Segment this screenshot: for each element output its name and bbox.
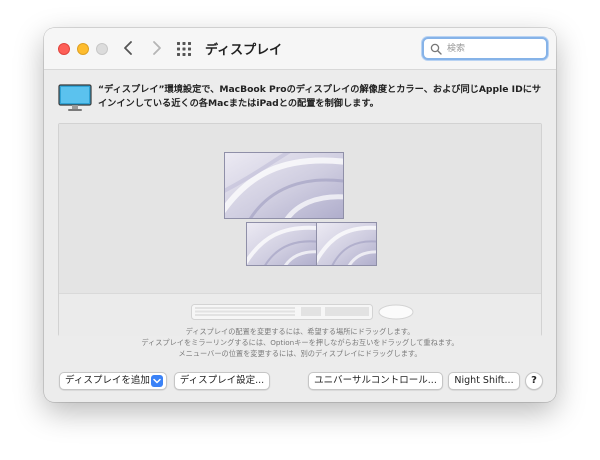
show-all-button[interactable] xyxy=(176,41,192,57)
window-title: ディスプレイ xyxy=(205,43,283,58)
display-thumbnail-main[interactable] xyxy=(224,152,344,219)
minimize-icon[interactable] xyxy=(77,43,89,55)
display-settings-button[interactable]: ディスプレイ設定... xyxy=(174,372,270,390)
display-arrangement-area xyxy=(58,123,542,336)
title-bar: ディスプレイ xyxy=(44,28,556,70)
search-field[interactable] xyxy=(422,37,548,60)
add-display-label: ディスプレイを追加 xyxy=(65,375,150,386)
display-thumbnail-second[interactable] xyxy=(246,222,318,266)
universal-control-button[interactable]: ユニバーサルコントロール... xyxy=(308,372,443,390)
arrangement-canvas xyxy=(59,124,541,293)
pane-description: “ディスプレイ”環境設定で、MacBook Proのディスプレイの解像度とカラー… xyxy=(98,84,542,109)
chevron-right-icon xyxy=(153,41,161,55)
chevron-down-icon xyxy=(151,375,163,387)
add-display-button[interactable]: ディスプレイを追加 xyxy=(59,372,167,390)
close-icon[interactable] xyxy=(58,43,70,55)
display-thumbnail-third[interactable] xyxy=(316,222,377,266)
search-input[interactable] xyxy=(447,41,537,56)
keyboard-icon xyxy=(191,304,373,320)
zoom-icon xyxy=(96,43,108,55)
night-shift-button[interactable]: Night Shift... xyxy=(448,372,520,390)
chevron-left-icon xyxy=(124,41,132,55)
help-button[interactable]: ? xyxy=(525,372,543,390)
hint-line: ディスプレイの配置を変更するには、希望する場所にドラッグします。 xyxy=(185,327,415,336)
display-monitor-icon xyxy=(58,84,92,111)
back-button[interactable] xyxy=(118,37,140,59)
arrangement-hints: ディスプレイの配置を変更するには、希望する場所にドラッグします。 ディスプレイを… xyxy=(58,326,542,359)
magnifier-icon xyxy=(430,43,442,55)
hint-line: ディスプレイをミラーリングするには、Optionキーを押しながらお互いをドラッグ… xyxy=(141,338,459,347)
mouse-icon xyxy=(378,304,414,320)
hint-line: メニューバーの位置を変更するには、別のディスプレイにドラッグします。 xyxy=(178,349,422,358)
grid-icon xyxy=(177,42,191,56)
forward-button[interactable] xyxy=(145,37,167,59)
preferences-window: ディスプレイ “ディスプレイ”環境設定で、MacBook Proのディスプレイの… xyxy=(44,28,556,402)
